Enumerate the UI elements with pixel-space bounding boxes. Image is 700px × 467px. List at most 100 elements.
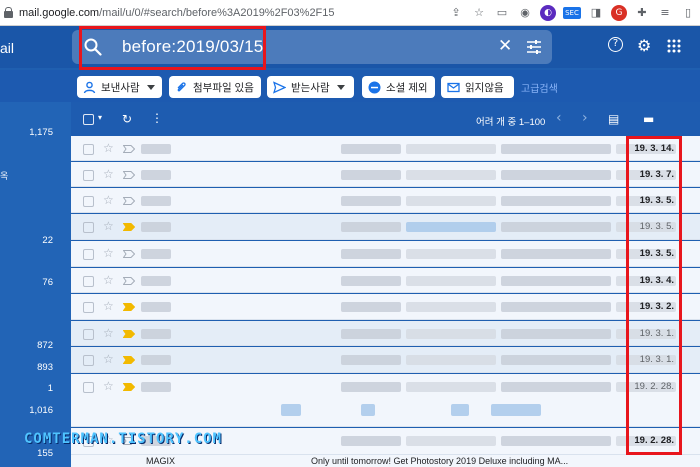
star-icon[interactable]: ☆ [103,299,114,313]
row-checkbox[interactable] [83,302,94,313]
chip-exclude-social-label: 소셜 제외 [386,81,428,94]
row-checkbox[interactable] [83,196,94,207]
email-row[interactable]: ☆ 19. 3. 1. [71,321,700,346]
search-highlight-box [79,26,266,70]
star-icon[interactable]: ☆ [103,167,114,181]
email-row[interactable]: ☆ 19. 3. 1. [71,347,700,373]
star-icon[interactable]: ☆ [103,246,114,260]
important-marker-icon[interactable] [123,277,135,285]
redacted-text [501,249,611,259]
important-marker-icon[interactable] [123,356,135,364]
row-checkbox[interactable] [83,144,94,155]
star-icon[interactable]: ☆ [103,273,114,287]
row-checkbox[interactable] [83,355,94,366]
prev-page-icon[interactable]: ‹ [556,110,562,126]
email-row[interactable]: ☆ 19. 2. 28. [71,374,700,427]
url-text[interactable]: mail.google.com/mail/u/0/#search/before%… [19,7,335,19]
redacted-text [501,144,611,154]
email-row[interactable]: ☆ 19. 3. 7. [71,162,700,187]
important-marker-icon[interactable] [123,171,135,179]
redacted-text [141,222,171,232]
redacted-text [341,382,401,392]
redacted-text [341,196,401,206]
star-icon[interactable]: ☆ [103,193,114,207]
chip-unread[interactable]: 읽지않음 [441,76,514,98]
select-all-checkbox[interactable] [83,114,94,125]
refresh-icon[interactable]: ↻ [122,112,132,126]
red-icon[interactable]: G [611,5,627,21]
email-row[interactable]: ☆ 19. 3. 4. [71,268,700,293]
advanced-search-link[interactable]: 고급검색 [521,80,558,95]
row-checkbox[interactable] [83,170,94,181]
sidebar: 1,175 옥 22 76 872 893 1 1,016 155 [0,102,71,467]
chip-exclude-social[interactable]: 소셜 제외 [362,76,435,98]
share-icon[interactable]: ⇪ [448,5,464,21]
important-marker-icon[interactable] [123,145,135,153]
redacted-text [141,355,171,365]
redacted-text [406,355,496,365]
help-icon[interactable]: ? [608,37,623,52]
email-row[interactable]: ☆ 19. 3. 2. [71,294,700,320]
watermark: COMTERMAN.TISTORY.COM [24,431,223,447]
cast-icon[interactable]: ▭ [494,5,510,21]
important-marker-icon[interactable] [123,250,135,258]
star-icon[interactable]: ☆ [103,352,114,366]
close-icon[interactable]: ✕ [498,36,512,56]
important-marker-icon[interactable] [123,197,135,205]
shield-icon[interactable]: ◉ [517,5,533,21]
tune-icon[interactable] [526,39,542,55]
row-checkbox[interactable] [83,329,94,340]
redacted-text [501,222,611,232]
chip-to[interactable]: 받는사람 [267,76,354,98]
gmail-brand[interactable]: ail [0,40,14,56]
browser-url-bar[interactable]: mail.google.com/mail/u/0/#search/before%… [0,0,700,26]
email-list: ☆ 19. 3. 14. ☆ 19. 3. 7. ☆ 19. 3. 5. ☆ 19. 3. 5… [71,136,700,467]
puzzle-icon[interactable]: ✚ [634,5,650,21]
redacted-text [406,170,496,180]
row-checkbox[interactable] [83,222,94,233]
select-dropdown-icon[interactable]: ▾ [98,113,102,122]
more-icon[interactable]: ⋮ [151,111,163,125]
redacted-attachment [281,404,301,416]
ext-dark-icon[interactable]: ◐ [540,5,556,21]
music-icon[interactable]: ≡ [657,5,673,21]
next-page-icon[interactable]: › [582,110,588,126]
email-row[interactable]: ☆ 19. 3. 5. [71,188,700,213]
chip-from[interactable]: 보낸사람 [77,76,162,98]
star-icon[interactable]: ☆ [103,219,114,233]
redacted-text [406,196,496,206]
important-marker-icon[interactable] [123,383,135,391]
important-marker-icon[interactable] [123,303,135,311]
apps-icon[interactable] [667,39,681,53]
sidebar-count: 872 [37,340,53,351]
redacted-text [406,276,496,286]
sidebar-icon[interactable]: ▯ [680,5,696,21]
email-row[interactable]: ☆ 19. 3. 5. [71,241,700,267]
chip-has-attachment[interactable]: 첨부파일 있음 [169,76,261,98]
row-checkbox[interactable] [83,276,94,287]
redacted-text [141,382,171,392]
row-checkbox[interactable] [83,382,94,393]
row-checkbox[interactable] [83,249,94,260]
star-icon[interactable]: ☆ [103,379,114,393]
redacted-text [501,196,611,206]
star-icon[interactable]: ☆ [103,326,114,340]
sec-icon[interactable]: SEC [563,7,581,19]
email-row[interactable]: ☆ 19. 3. 14. [71,136,700,161]
density-icon[interactable]: ▤ [608,112,619,126]
sidebar-count: 1,016 [29,405,53,416]
media-icon[interactable]: ◨ [588,5,604,21]
chip-unread-label: 읽지않음 [465,81,504,94]
email-row-partial[interactable]: MAGIX Only until tomorrow! Get Photostor… [71,455,700,467]
attachment-icon [177,81,186,91]
email-row[interactable]: ☆ 19. 3. 5. [71,214,700,240]
input-tools-icon[interactable]: ▬ [643,112,654,126]
settings-icon[interactable]: ⚙ [637,36,651,55]
star-icon[interactable]: ☆ [103,141,114,155]
chip-to-label: 받는사람 [291,81,330,94]
important-marker-icon[interactable] [123,330,135,338]
redacted-text [341,144,401,154]
redacted-text [141,144,171,154]
important-marker-icon[interactable] [123,223,135,231]
star-icon[interactable]: ☆ [471,5,487,21]
